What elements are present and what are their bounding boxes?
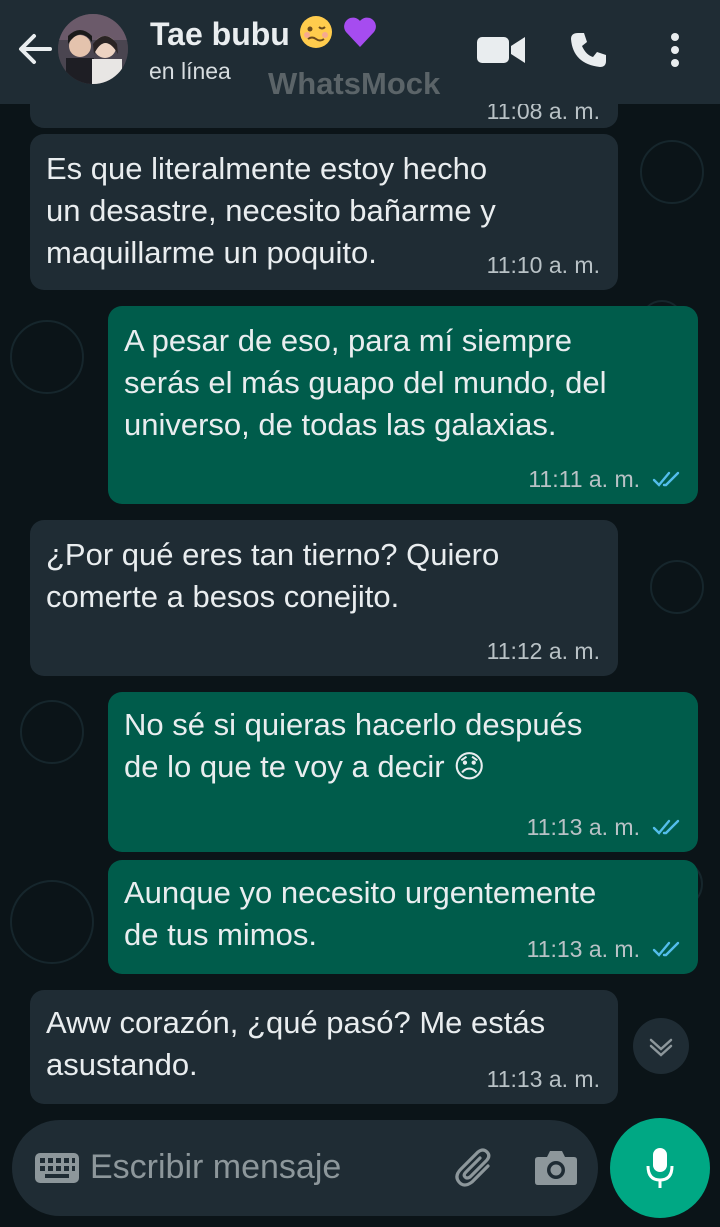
contact-status: en línea — [149, 58, 231, 84]
message-outgoing[interactable]: No sé si quieras hacerlo después de lo q… — [108, 692, 698, 852]
message-incoming[interactable]: Aww corazón, ¿qué pasó? Me estás asustan… — [30, 990, 618, 1104]
message-text: A pesar de eso, para mí siempre serás el… — [124, 323, 607, 442]
message-text: ¿Por qué eres tan tierno? Quiero comerte… — [46, 537, 500, 614]
chat-header: Tae bubu en línea WhatsMock — [0, 0, 720, 104]
watermark: WhatsMock — [268, 66, 441, 101]
back-arrow-icon[interactable] — [14, 28, 56, 70]
read-ticks-icon — [652, 819, 680, 835]
chevron-down-icon — [649, 1038, 673, 1057]
voice-record-button[interactable] — [610, 1118, 710, 1218]
keyboard-icon[interactable] — [34, 1152, 80, 1184]
read-ticks-icon — [652, 941, 680, 957]
message-time: 11:13 a. m. — [486, 1066, 600, 1092]
camera-icon[interactable] — [534, 1148, 578, 1186]
message-text: Aunque yo necesito urgentemente de tus m… — [124, 875, 597, 952]
message-time: 11:10 a. m. — [486, 252, 600, 278]
more-vertical-icon[interactable] — [668, 32, 682, 68]
message-time: 11:12 a. m. — [486, 638, 600, 664]
purple-heart-emoji — [342, 15, 378, 54]
message-text: Aww corazón, ¿qué pasó? Me estás asustan… — [46, 1005, 546, 1082]
message-incoming[interactable]: ¿Por qué eres tan tierno? Quiero comerte… — [30, 520, 618, 676]
contact-avatar[interactable] — [58, 14, 128, 84]
message-input[interactable]: Escribir mensaje — [90, 1148, 341, 1187]
message-time: 11:13 a. m. — [526, 936, 640, 962]
message-text: Es que literalmente estoy hecho un desas… — [46, 151, 496, 270]
phone-icon[interactable] — [568, 30, 608, 70]
message-outgoing[interactable]: Aunque yo necesito urgentemente de tus m… — [108, 860, 698, 974]
attach-icon[interactable] — [452, 1144, 500, 1192]
scroll-to-bottom-button[interactable] — [633, 1018, 689, 1074]
woozy-face-emoji — [298, 14, 334, 55]
message-outgoing[interactable]: A pesar de eso, para mí siempre serás el… — [108, 306, 698, 504]
message-text: No sé si quieras hacerlo después de lo q… — [124, 704, 684, 788]
message-text-content: No sé si quieras hacerlo después de lo q… — [124, 707, 583, 784]
video-call-icon[interactable] — [476, 34, 526, 66]
mic-icon — [646, 1148, 674, 1188]
message-time: 11:11 a. m. — [528, 466, 640, 492]
message-incoming[interactable]: Es que literalmente estoy hecho un desas… — [30, 134, 618, 290]
contact-title[interactable]: Tae bubu — [150, 14, 378, 55]
message-time: 11:13 a. m. — [526, 814, 640, 840]
contact-name: Tae bubu — [150, 16, 290, 52]
message-composer[interactable]: Escribir mensaje — [12, 1120, 598, 1216]
read-ticks-icon — [652, 471, 680, 487]
